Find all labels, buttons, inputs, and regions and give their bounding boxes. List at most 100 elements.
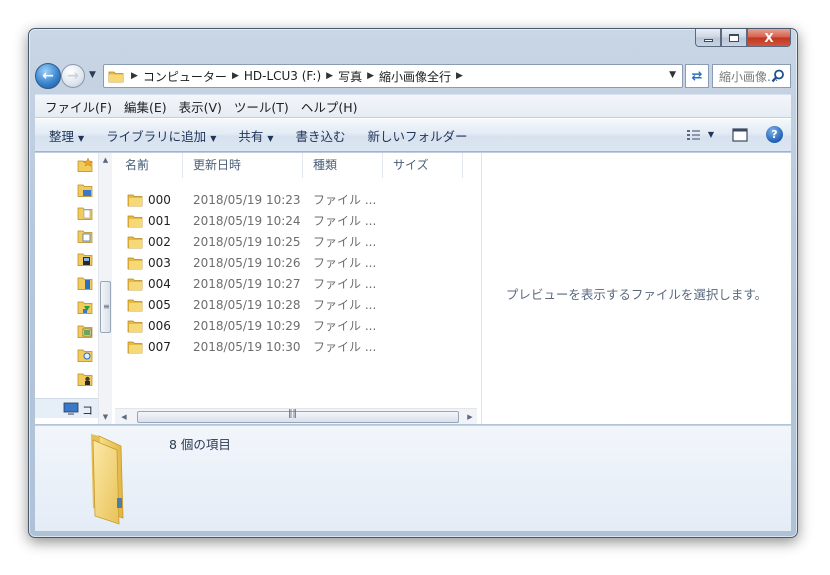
burn-button[interactable]: 書き込む: [296, 126, 346, 145]
menu-edit[interactable]: 編集(E): [124, 97, 167, 116]
menu-help[interactable]: ヘルプ(H): [301, 97, 358, 116]
minimize-icon: [703, 39, 713, 42]
scroll-left-arrow[interactable]: ◀: [117, 410, 131, 424]
view-controls: ▼ ?: [686, 126, 783, 143]
folder-icon: [127, 257, 143, 269]
file-row[interactable]: 005 2018/05/19 10:28 ファイル ...: [115, 294, 481, 315]
column-name-label: 名前: [125, 158, 150, 172]
add-to-library-button[interactable]: ライブラリに追加 ▼: [106, 126, 216, 145]
breadcrumb-separator[interactable]: ▶: [131, 71, 138, 81]
breadcrumb-photos[interactable]: 写真: [338, 68, 362, 85]
breadcrumb-separator[interactable]: ▶: [326, 71, 333, 81]
column-header-type[interactable]: 種類: [303, 153, 383, 178]
refresh-icon: ⇄: [691, 68, 703, 84]
change-view-icon[interactable]: [686, 128, 702, 142]
menu-tools[interactable]: ツール(T): [234, 97, 289, 116]
file-name: 004: [148, 276, 171, 291]
documents-folder-icon[interactable]: [77, 228, 93, 244]
file-list-pane[interactable]: ▲ 名前 更新日時 種類 サイズ 000 2018/05/19 10:23 ファ…: [115, 153, 481, 424]
forward-button[interactable]: →: [61, 64, 85, 88]
file-name: 000: [148, 192, 171, 207]
downloads-folder-icon[interactable]: [77, 299, 93, 315]
scroll-down-arrow[interactable]: ▼: [99, 410, 112, 424]
preview-message: プレビューを表示するファイルを選択します。: [505, 287, 768, 302]
file-name: 005: [148, 297, 171, 312]
file-date: 2018/05/19 10:25: [193, 234, 301, 249]
file-type: ファイル ...: [313, 193, 377, 207]
folder-icon: [127, 236, 143, 248]
back-button[interactable]: ←: [35, 63, 61, 89]
file-name: 006: [148, 318, 171, 333]
close-button[interactable]: X: [747, 29, 791, 47]
file-name-cell: 003: [115, 256, 183, 270]
breadcrumb-current-folder[interactable]: 縮小画像全行: [379, 68, 451, 85]
horizontal-scrollbar[interactable]: ◀ ‖‖ ▶: [115, 408, 477, 424]
desktop-folder-icon[interactable]: [77, 182, 93, 198]
organize-label: 整理: [49, 128, 75, 144]
preview-pane-icon[interactable]: [732, 127, 748, 142]
search-box[interactable]: 縮小画像...: [712, 64, 791, 88]
file-name-cell: 004: [115, 277, 183, 291]
refresh-button[interactable]: ⇄: [685, 64, 709, 88]
column-header-name[interactable]: ▲ 名前: [115, 153, 183, 178]
search-folder-icon[interactable]: [77, 347, 93, 363]
scroll-thumb[interactable]: ≡: [100, 281, 111, 333]
breadcrumb-drive[interactable]: HD-LCU3 (F:): [244, 69, 321, 83]
folder-icon: [127, 341, 143, 353]
menu-file[interactable]: ファイル(F): [45, 97, 112, 116]
navigation-pane[interactable]: コ ▲ ≡ ▼: [35, 153, 112, 424]
scroll-right-arrow[interactable]: ▶: [463, 410, 477, 424]
recent-pages-dropdown[interactable]: ▼: [89, 70, 96, 80]
pictures-folder-icon[interactable]: [77, 323, 93, 339]
navigation-scrollbar[interactable]: ▲ ≡ ▼: [98, 153, 112, 424]
column-header-date[interactable]: 更新日時: [183, 153, 303, 178]
file-date: 2018/05/19 10:28: [193, 297, 301, 312]
search-icon[interactable]: [771, 69, 785, 83]
folder-icon: [127, 215, 143, 227]
item-count: 8 個の項目: [169, 437, 231, 452]
breadcrumb-computer[interactable]: コンピューター: [143, 68, 227, 85]
search-input[interactable]: 縮小画像...: [719, 68, 778, 85]
file-row[interactable]: 003 2018/05/19 10:26 ファイル ...: [115, 252, 481, 273]
share-button[interactable]: 共有 ▼: [238, 126, 273, 145]
column-header-size[interactable]: サイズ: [383, 153, 463, 178]
breadcrumb-separator[interactable]: ▶: [456, 71, 463, 81]
file-row[interactable]: 001 2018/05/19 10:24 ファイル ...: [115, 210, 481, 231]
help-icon[interactable]: ?: [766, 126, 783, 143]
minimize-button[interactable]: [695, 29, 721, 47]
folder-icon: [127, 278, 143, 290]
file-date: 2018/05/19 10:24: [193, 213, 301, 228]
documents-folder-icon[interactable]: [77, 205, 93, 221]
breadcrumb-separator[interactable]: ▶: [232, 71, 239, 81]
file-date: 2018/05/19 10:30: [193, 339, 301, 354]
new-folder-button[interactable]: 新しいフォルダー: [368, 126, 468, 145]
videos-folder-icon[interactable]: [77, 251, 93, 267]
breadcrumb-separator[interactable]: ▶: [367, 71, 374, 81]
view-options-dropdown[interactable]: ▼: [708, 130, 714, 139]
file-row[interactable]: 000 2018/05/19 10:23 ファイル ...: [115, 189, 481, 210]
file-date: 2018/05/19 10:26: [193, 255, 301, 270]
file-date: 2018/05/19 10:27: [193, 276, 301, 291]
maximize-button[interactable]: [721, 29, 747, 47]
address-dropdown[interactable]: ▼: [669, 70, 676, 80]
organize-button[interactable]: 整理 ▼: [49, 126, 84, 145]
file-row[interactable]: 006 2018/05/19 10:29 ファイル ...: [115, 315, 481, 336]
horizontal-scroll-thumb[interactable]: ‖‖: [137, 409, 459, 423]
large-folder-icon: [91, 434, 124, 525]
music-folder-icon[interactable]: [77, 275, 93, 291]
favorites-star-icon[interactable]: [77, 157, 93, 173]
file-row[interactable]: 002 2018/05/19 10:25 ファイル ...: [115, 231, 481, 252]
computer-icon: [63, 402, 79, 415]
arrow-right-icon: →: [67, 68, 79, 84]
command-bar: 整理 ▼ ライブラリに追加 ▼ 共有 ▼ 書き込む 新しいフォルダー ▼ ?: [35, 118, 791, 152]
user-folder-icon[interactable]: [77, 371, 93, 387]
menu-view[interactable]: 表示(V): [179, 97, 222, 116]
file-row[interactable]: 007 2018/05/19 10:30 ファイル ...: [115, 336, 481, 357]
file-row[interactable]: 004 2018/05/19 10:27 ファイル ...: [115, 273, 481, 294]
scroll-up-arrow[interactable]: ▲: [99, 153, 112, 167]
address-bar[interactable]: ▶ コンピューター ▶ HD-LCU3 (F:) ▶ 写真 ▶ 縮小画像全行 ▶…: [103, 64, 683, 88]
nav-item-computer[interactable]: コ: [35, 398, 98, 418]
menu-bar: ファイル(F) 編集(E) 表示(V) ツール(T) ヘルプ(H): [35, 94, 791, 117]
chevron-down-icon: ▼: [210, 133, 217, 143]
file-date: 2018/05/19 10:29: [193, 318, 301, 333]
